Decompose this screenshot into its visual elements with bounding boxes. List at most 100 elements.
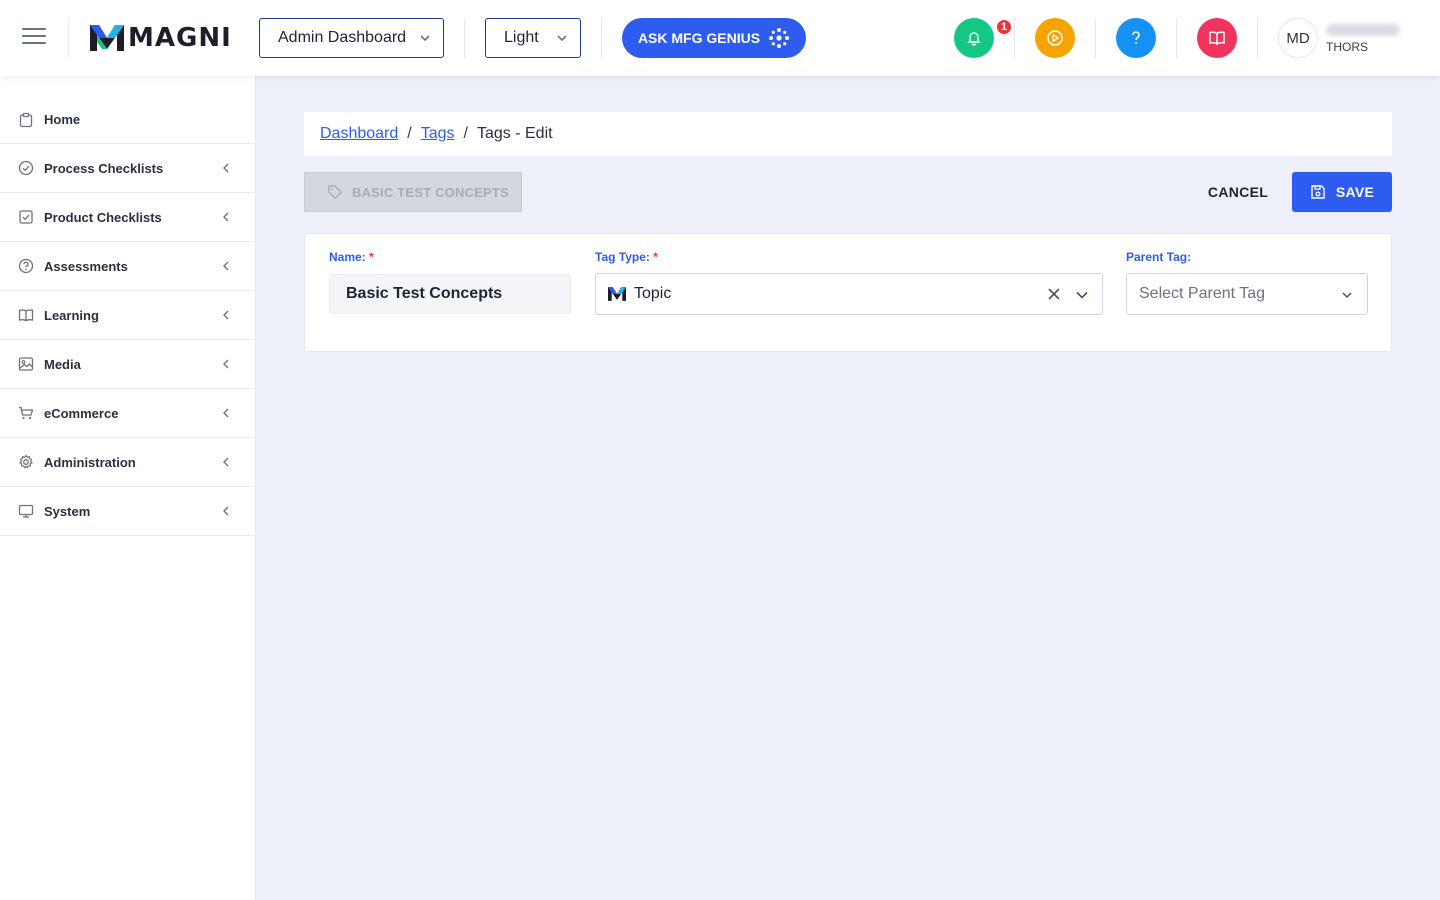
chevron-down-icon[interactable] <box>1074 287 1090 303</box>
parent-tag-select[interactable]: Select Parent Tag <box>1126 273 1368 315</box>
clipboard-icon <box>18 112 34 128</box>
breadcrumb-current: Tags - Edit <box>476 125 553 142</box>
ask-mfg-genius-button[interactable]: ASK MFG GENIUS <box>622 18 806 58</box>
sidebar-item-media[interactable]: Media <box>0 340 255 389</box>
sidebar-item-home[interactable]: Home <box>0 96 255 144</box>
sidebar: Home Process Checklists Product Checklis… <box>0 76 256 900</box>
parent-tag-placeholder: Select Parent Tag <box>1139 285 1266 302</box>
ask-button-label: ASK MFG GENIUS <box>637 30 761 46</box>
chevron-left-icon <box>223 408 229 418</box>
breadcrumb-separator: / <box>463 125 468 142</box>
tag-edit-form: Name: * Tag Type: * Topic Parent Tag: Se… <box>304 233 1392 352</box>
theme-select-value: Light <box>504 29 539 46</box>
chevron-down-icon <box>420 35 430 42</box>
name-label-text: Name: <box>329 250 366 264</box>
chevron-left-icon <box>223 457 229 467</box>
header-divider <box>1014 18 1015 58</box>
magni-logo-mark-icon <box>90 25 124 51</box>
notifications-button[interactable] <box>954 18 994 58</box>
chevron-left-icon <box>223 163 229 173</box>
image-icon <box>18 356 34 372</box>
sidebar-item-product-checklists[interactable]: Product Checklists <box>0 193 255 242</box>
save-icon <box>1311 185 1325 199</box>
close-icon[interactable] <box>1046 286 1062 302</box>
question-mark-icon <box>1132 31 1140 44</box>
tag-type-field-label: Tag Type: * <box>595 250 658 264</box>
header-divider <box>1176 18 1177 58</box>
breadcrumb-tags-link[interactable]: Tags <box>421 125 455 143</box>
chevron-left-icon <box>223 310 229 320</box>
sidebar-item-label: Process Checklists <box>44 160 164 176</box>
open-book-icon <box>1209 31 1225 45</box>
breadcrumb-separator: / <box>407 125 412 142</box>
chevron-left-icon <box>223 359 229 369</box>
dashboard-select[interactable]: Admin Dashboard <box>259 18 444 58</box>
sidebar-item-label: Product Checklists <box>44 209 162 225</box>
header-divider <box>1095 18 1096 58</box>
sidebar-item-label: Administration <box>44 454 136 470</box>
header-divider <box>464 18 465 58</box>
chevron-left-icon <box>223 506 229 516</box>
user-organization: THORS <box>1326 40 1368 54</box>
tag-chip-label: BASIC TEST CONCEPTS <box>352 184 509 200</box>
sidebar-item-label: Media <box>44 356 81 372</box>
parent-tag-field-label: Parent Tag: <box>1126 250 1192 264</box>
save-button[interactable]: SAVE <box>1292 172 1392 212</box>
breadcrumb: Dashboard / Tags / Tags - Edit <box>304 112 1392 156</box>
sidebar-item-label: System <box>44 503 91 519</box>
chevron-left-icon <box>223 212 229 222</box>
magni-logo-mark-icon <box>608 287 626 301</box>
notification-count-badge: 1 <box>995 18 1013 36</box>
gear-icon <box>18 454 34 470</box>
name-input[interactable] <box>329 274 571 314</box>
chevron-down-icon <box>557 35 567 42</box>
chevron-down-icon <box>1342 292 1352 299</box>
book-icon <box>18 307 34 323</box>
user-name-redacted <box>1326 24 1400 36</box>
play-button[interactable] <box>1035 18 1075 58</box>
menu-toggle-icon[interactable] <box>22 28 46 48</box>
sidebar-item-label: eCommerce <box>44 405 119 421</box>
save-button-label: SAVE <box>1335 184 1375 200</box>
chevron-left-icon <box>223 261 229 271</box>
sidebar-item-process-checklists[interactable]: Process Checklists <box>0 144 255 193</box>
tag-type-value: Topic <box>634 285 672 302</box>
tag-type-label-text: Tag Type: <box>595 250 650 264</box>
user-avatar[interactable]: MD <box>1278 18 1318 58</box>
sidebar-nav: Home Process Checklists Product Checklis… <box>0 76 255 536</box>
monitor-icon <box>18 503 34 519</box>
top-header: MAGNI Admin Dashboard Light ASK MFG GENI… <box>0 0 1440 76</box>
required-marker: * <box>369 250 374 264</box>
header-divider <box>601 18 602 58</box>
sidebar-item-ecommerce[interactable]: eCommerce <box>0 389 255 438</box>
tag-title-chip: BASIC TEST CONCEPTS <box>304 172 522 212</box>
sidebar-item-assessments[interactable]: Assessments <box>0 242 255 291</box>
sidebar-item-label: Home <box>44 112 81 127</box>
logo-text: MAGNI <box>128 23 232 53</box>
sparkle-icon <box>769 28 790 48</box>
header-divider <box>68 18 69 58</box>
sidebar-item-label: Learning <box>44 307 99 323</box>
check-square-icon <box>18 209 34 225</box>
magni-logo[interactable]: MAGNI <box>90 22 232 54</box>
tag-icon <box>328 185 343 200</box>
sidebar-item-learning[interactable]: Learning <box>0 291 255 340</box>
breadcrumb-dashboard-link[interactable]: Dashboard <box>320 125 398 143</box>
cart-icon <box>18 405 34 421</box>
guide-button[interactable] <box>1197 18 1237 58</box>
sidebar-item-administration[interactable]: Administration <box>0 438 255 487</box>
bell-icon <box>967 32 981 46</box>
required-marker: * <box>653 250 658 264</box>
tag-type-select[interactable]: Topic <box>595 273 1103 315</box>
question-circle-icon <box>18 258 34 274</box>
dashboard-select-value: Admin Dashboard <box>278 29 407 46</box>
play-circle-icon <box>1047 30 1063 46</box>
check-circle-icon <box>18 160 34 176</box>
help-button[interactable] <box>1116 18 1156 58</box>
theme-select[interactable]: Light <box>485 18 581 58</box>
name-field-label: Name: * <box>329 250 374 264</box>
sidebar-item-label: Assessments <box>44 258 128 274</box>
sidebar-item-system[interactable]: System <box>0 487 255 536</box>
header-divider <box>1257 18 1258 58</box>
cancel-button[interactable]: CANCEL <box>1198 172 1278 212</box>
